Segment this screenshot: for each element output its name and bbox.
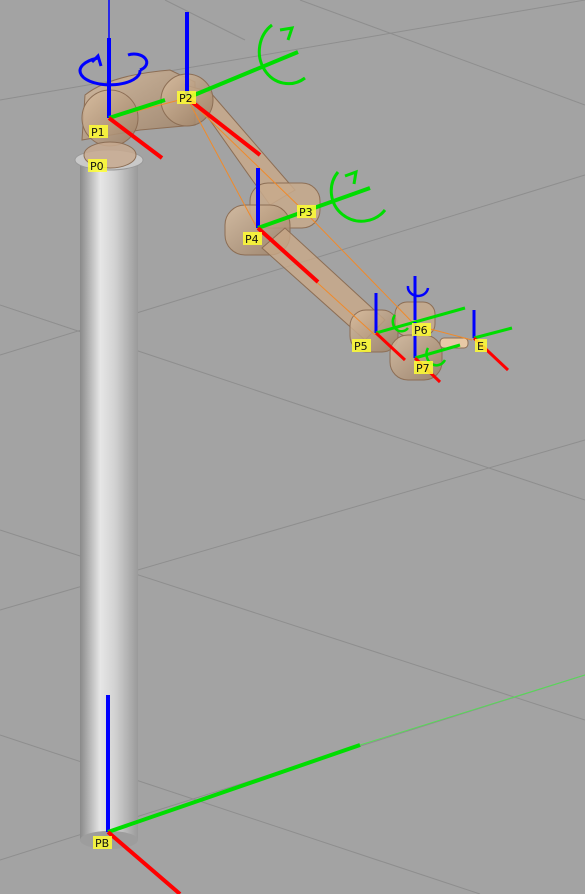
frame-label-p7: P7 (414, 361, 433, 375)
frame-label-pb: PB (93, 836, 112, 850)
svg-text:P5: P5 (354, 340, 368, 353)
svg-text:P7: P7 (416, 362, 430, 375)
robot-arm[interactable] (81, 69, 469, 381)
frame-label-p3: P3 (297, 205, 316, 219)
rotate-z-icon[interactable] (406, 285, 430, 298)
frame-label-e: E (475, 339, 487, 353)
rotate-y-icon[interactable] (329, 169, 387, 223)
svg-text:E: E (477, 340, 484, 353)
svg-text:P6: P6 (414, 324, 428, 337)
frame-label-p5: P5 (352, 339, 371, 353)
svg-text:P0: P0 (90, 160, 104, 173)
y-axis-extension (359, 674, 585, 746)
frame-label-p1: P1 (89, 125, 108, 139)
3d-viewport[interactable]: PB P0 P1 P2 P3 P4 P5 P6 P7 E (0, 0, 585, 894)
axis-triad-pb (106, 695, 361, 894)
robot-scene[interactable]: PB P0 P1 P2 P3 P4 P5 P6 P7 E (0, 0, 585, 894)
svg-text:P3: P3 (299, 206, 313, 219)
frame-label-p4: P4 (243, 232, 262, 246)
svg-text:P4: P4 (245, 233, 259, 246)
svg-text:P1: P1 (91, 126, 105, 139)
frame-label-p6: P6 (412, 323, 431, 337)
frame-label-p2: P2 (177, 91, 196, 105)
frame-label-p0: P0 (88, 159, 107, 173)
svg-text:P2: P2 (179, 92, 193, 105)
svg-text:PB: PB (95, 837, 109, 850)
